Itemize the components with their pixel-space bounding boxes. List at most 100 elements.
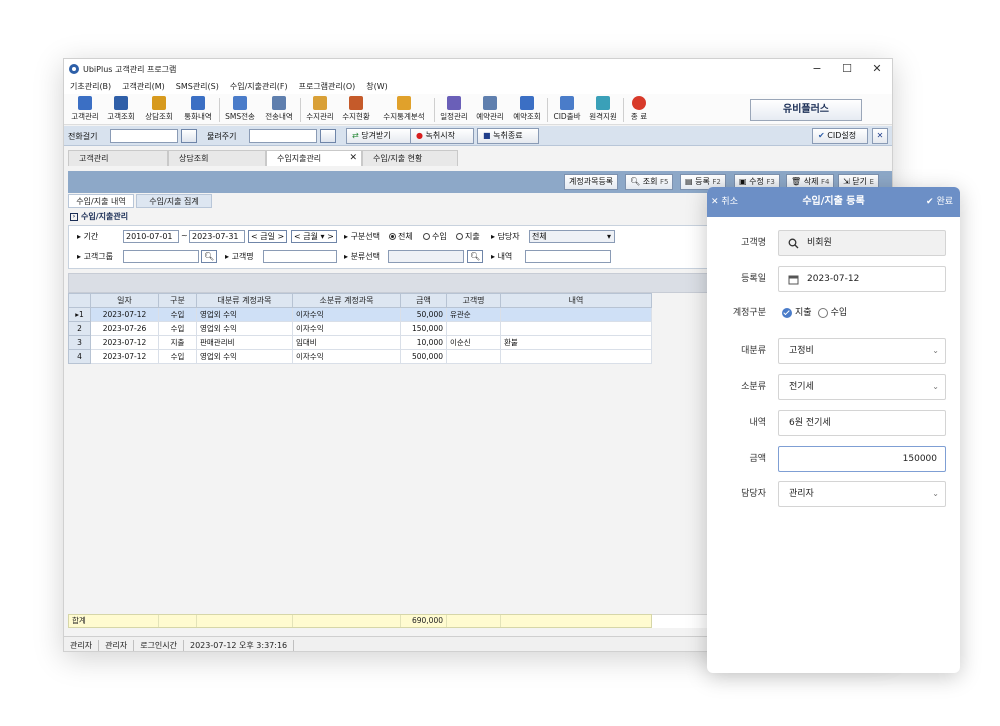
cell-detail[interactable]	[500, 307, 652, 322]
manager-select[interactable]: 관리자 ⌄	[778, 481, 946, 507]
cell-amount[interactable]: 50,000	[400, 307, 447, 322]
call-button[interactable]	[181, 129, 197, 143]
cell-type[interactable]: 수입	[158, 321, 197, 336]
col-date-header[interactable]: 일자	[90, 293, 159, 308]
toolbar-remote-button[interactable]: 원격지원	[586, 96, 620, 122]
minimize-button[interactable]: −	[802, 59, 832, 79]
toolbar-reservation-button[interactable]: 예약관리	[473, 96, 507, 122]
close-button[interactable]: ✕	[862, 59, 892, 79]
toolbar-reservation-search-button[interactable]: 예약조회	[510, 96, 544, 122]
option-income[interactable]: 수입	[831, 300, 848, 326]
cell-minor[interactable]: 이자수익	[292, 307, 401, 322]
cell-customer[interactable]	[446, 349, 501, 364]
tab-finance-status[interactable]: 수입/지출 현황	[362, 150, 458, 166]
cell-customer[interactable]: 이순신	[446, 335, 501, 350]
toolbar-exit-button[interactable]: 종 료	[626, 96, 652, 122]
record-stop-button[interactable]: ■ 녹취종료	[477, 128, 539, 144]
detail-field[interactable]: 6원 전기세	[778, 410, 946, 436]
cell-customer[interactable]: 유관순	[446, 307, 501, 322]
toolbar-schedule-button[interactable]: 일정관리	[437, 96, 471, 122]
menu-basic[interactable]: 기초관리(B)	[70, 81, 111, 92]
category-input[interactable]	[388, 250, 464, 263]
toolbar-sent-history-button[interactable]: 전송내역	[261, 96, 297, 122]
toolbar-call-history-button[interactable]: 통화내역	[180, 96, 216, 122]
tab-customer[interactable]: 고객관리	[68, 150, 168, 166]
record-start-button[interactable]: ● 녹취시작	[410, 128, 474, 144]
cell-type[interactable]: 수입	[158, 307, 197, 322]
close-toolbar-button[interactable]: ✕	[872, 128, 888, 144]
tab-close-icon[interactable]: ✕	[349, 151, 357, 166]
cell-date[interactable]: 2023-07-26	[90, 321, 159, 336]
cell-detail[interactable]: 환불	[500, 335, 652, 350]
cell-minor[interactable]: 임대비	[292, 335, 401, 350]
toolbar-search-customer-button[interactable]: 고객조회	[104, 96, 138, 122]
group-search-button[interactable]: 🔍︎	[201, 250, 217, 263]
cell-type[interactable]: 지출	[158, 335, 197, 350]
cell-minor[interactable]: 이자수익	[292, 349, 401, 364]
cell-detail[interactable]	[500, 349, 652, 364]
customer-name-input[interactable]	[263, 250, 337, 263]
date-to-input[interactable]: 2023-07-31	[189, 230, 245, 243]
toolbar-finance-status-button[interactable]: 수지현황	[339, 96, 373, 122]
transfer-number-input[interactable]	[249, 129, 317, 143]
toolbar-stats-button[interactable]: 수지통계분석	[376, 96, 432, 122]
cell-type[interactable]: 수입	[158, 349, 197, 364]
col-minor-header[interactable]: 소분류 계정과목	[292, 293, 401, 308]
cell-amount[interactable]: 500,000	[400, 349, 447, 364]
col-detail-header[interactable]: 내역	[500, 293, 652, 308]
cell-detail[interactable]	[500, 321, 652, 336]
table-row[interactable]: 3 2023-07-12 지출 판매관리비 임대비 10,000 이순신 환불	[68, 335, 652, 350]
toolbar-consult-button[interactable]: 상담조회	[141, 96, 177, 122]
cell-major[interactable]: 영업외 수익	[196, 307, 293, 322]
cell-major[interactable]: 영업외 수익	[196, 321, 293, 336]
cell-major[interactable]: 판매관리비	[196, 335, 293, 350]
pickup-button[interactable]: ⇄ 당겨받기	[346, 128, 412, 144]
col-amount-header[interactable]: 금액	[400, 293, 447, 308]
transfer-button[interactable]	[320, 129, 336, 143]
minor-select[interactable]: 전기세 ⌄	[778, 374, 946, 400]
cell-date[interactable]: 2023-07-12	[90, 335, 159, 350]
manager-select[interactable]: 전체 ▾	[529, 230, 615, 243]
menu-program[interactable]: 프로그램관리(O)	[299, 81, 356, 92]
menu-customer[interactable]: 고객관리(M)	[122, 81, 165, 92]
group-input[interactable]	[123, 250, 199, 263]
menu-sms[interactable]: SMS관리(S)	[176, 81, 219, 92]
subtab-summary[interactable]: 수입/지출 집계	[136, 194, 212, 208]
cell-date[interactable]: 2023-07-12	[90, 307, 159, 322]
cell-amount[interactable]: 150,000	[400, 321, 447, 336]
cell-minor[interactable]: 이자수익	[292, 321, 401, 336]
today-button[interactable]: < 금일 >	[248, 230, 288, 243]
option-expense[interactable]: 지출	[795, 300, 812, 326]
menu-window[interactable]: 창(W)	[366, 81, 388, 92]
radio-icon[interactable]	[817, 308, 828, 318]
call-number-input[interactable]	[110, 129, 178, 143]
toolbar-customer-button[interactable]: 고객관리	[68, 96, 102, 122]
cell-amount[interactable]: 10,000	[400, 335, 447, 350]
table-row[interactable]: ▸1 2023-07-12 수입 영업외 수익 이자수익 50,000 유관순	[68, 307, 652, 322]
category-search-button[interactable]: 🔍︎	[467, 250, 483, 263]
table-row[interactable]: 2 2023-07-26 수입 영업외 수익 이자수익 150,000	[68, 321, 652, 336]
type-all-radio[interactable]: 전체	[389, 231, 413, 242]
amount-field[interactable]: 150000	[778, 446, 946, 472]
toolbar-sms-button[interactable]: SMS전송	[222, 96, 258, 122]
col-major-header[interactable]: 대분류 계정과목	[196, 293, 293, 308]
tab-finance-active[interactable]: 수입지출관리 ✕	[266, 150, 362, 166]
toolbar-cid-button[interactable]: CID출바	[550, 96, 584, 122]
tab-consult[interactable]: 상담조회	[168, 150, 266, 166]
major-select[interactable]: 고정비 ⌄	[778, 338, 946, 364]
type-expense-radio[interactable]: 지출	[456, 231, 480, 242]
toolbar-finance-button[interactable]: 수지관리	[303, 96, 337, 122]
cid-settings-button[interactable]: ✔ CID설정	[812, 128, 868, 144]
menu-finance[interactable]: 수입/지출관리(F)	[230, 81, 288, 92]
cell-customer[interactable]	[446, 321, 501, 336]
subtab-history[interactable]: 수입/지출 내역	[68, 194, 134, 208]
brand-button[interactable]: 유비플러스	[750, 99, 862, 121]
account-register-button[interactable]: 계정과목등록	[564, 174, 619, 190]
collapse-icon[interactable]: ›	[70, 212, 78, 221]
col-type-header[interactable]: 구분	[158, 293, 197, 308]
col-customer-header[interactable]: 고객명	[446, 293, 501, 308]
date-field[interactable]: 2023-07-12	[778, 266, 946, 292]
table-row[interactable]: 4 2023-07-12 수입 영업외 수익 이자수익 500,000	[68, 349, 652, 364]
cell-date[interactable]: 2023-07-12	[90, 349, 159, 364]
detail-input[interactable]	[525, 250, 611, 263]
